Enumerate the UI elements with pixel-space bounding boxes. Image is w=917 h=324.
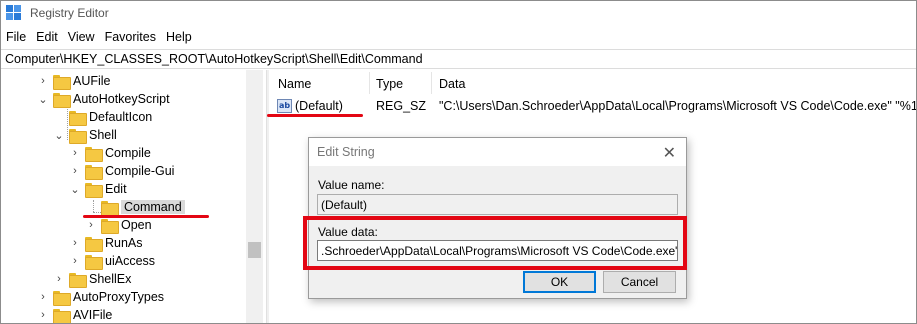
menu-file[interactable]: File xyxy=(1,30,31,44)
folder-icon xyxy=(85,254,103,270)
value-name-field: (Default) xyxy=(317,194,678,215)
folder-icon xyxy=(69,110,87,126)
chevron-right-icon[interactable]: › xyxy=(37,72,49,90)
column-separator[interactable] xyxy=(369,72,370,94)
menu-edit[interactable]: Edit xyxy=(31,30,63,44)
value-name: (Default) xyxy=(295,99,343,113)
folder-icon xyxy=(85,182,103,198)
tree-item-label: Compile-Gui xyxy=(105,164,175,178)
tree-item-label: AVIFile xyxy=(73,308,113,322)
string-value-icon: ab xyxy=(277,99,292,113)
tree-item-autohotkeyscript[interactable]: ⌄ AutoHotkeyScript xyxy=(37,90,170,108)
chevron-right-icon[interactable]: › xyxy=(85,216,97,234)
chevron-right-icon[interactable]: › xyxy=(69,162,81,180)
dialog-title-bar: Edit String ✕ xyxy=(309,138,686,166)
tree-item-label: Compile xyxy=(105,146,151,160)
folder-icon xyxy=(53,74,71,90)
tree-item-autoproxytypes[interactable]: › AutoProxyTypes xyxy=(37,288,164,306)
annotation-highlight-box xyxy=(303,216,687,270)
value-row-data[interactable]: "C:\Users\Dan.Schroeder\AppData\Local\Pr… xyxy=(439,97,916,115)
address-path: Computer\HKEY_CLASSES_ROOT\AutoHotkeyScr… xyxy=(5,52,423,66)
tree-item-open[interactable]: › Open xyxy=(85,216,152,234)
pane-splitter[interactable] xyxy=(266,70,269,323)
tree-item-uiaccess[interactable]: › uiAccess xyxy=(69,252,155,270)
annotation-underline xyxy=(267,114,363,117)
folder-icon xyxy=(101,200,119,216)
tree-scrollbar[interactable] xyxy=(246,70,263,323)
chevron-right-icon[interactable]: › xyxy=(69,234,81,252)
folder-icon xyxy=(69,272,87,288)
window-title: Registry Editor xyxy=(30,6,109,20)
tree-item-edit[interactable]: ⌄ Edit xyxy=(69,180,127,198)
folder-icon xyxy=(53,308,71,323)
tree-item-label: RunAs xyxy=(105,236,143,250)
tree-item-label: AUFile xyxy=(73,74,111,88)
chevron-down-icon[interactable]: ⌄ xyxy=(69,180,81,198)
key-tree: › AUFile ⌄ AutoHotkeyScript DefaultIcon … xyxy=(1,70,263,323)
column-separator[interactable] xyxy=(431,72,432,94)
folder-icon xyxy=(85,164,103,180)
chevron-down-icon[interactable]: ⌄ xyxy=(37,90,49,108)
value-row-type[interactable]: REG_SZ xyxy=(376,97,426,115)
registry-editor-window: Registry Editor File Edit View Favorites… xyxy=(0,0,917,324)
tree-item-label: ShellEx xyxy=(89,272,132,286)
tree-item-label: uiAccess xyxy=(105,254,156,268)
folder-icon xyxy=(53,92,71,108)
menu-help[interactable]: Help xyxy=(161,30,197,44)
chevron-right-icon[interactable]: › xyxy=(53,270,65,288)
tree-item-label: Command xyxy=(121,200,185,214)
tree-item-defaulticon[interactable]: DefaultIcon xyxy=(53,108,152,126)
tree-item-label: Shell xyxy=(89,128,117,142)
menu-bar: File Edit View Favorites Help xyxy=(1,27,197,47)
tree-item-shell[interactable]: ⌄ Shell xyxy=(53,126,117,144)
dialog-title: Edit String xyxy=(317,145,375,159)
folder-icon xyxy=(101,218,119,234)
tree-item-compile[interactable]: › Compile xyxy=(69,144,151,162)
menu-view[interactable]: View xyxy=(63,30,100,44)
tree-item-label: DefaultIcon xyxy=(89,110,153,124)
tree-item-compile-gui[interactable]: › Compile-Gui xyxy=(69,162,174,180)
folder-icon xyxy=(85,146,103,162)
annotation-underline xyxy=(83,215,209,218)
value-row-name[interactable]: ab (Default) xyxy=(277,97,343,115)
tree-item-label: AutoProxyTypes xyxy=(73,290,165,304)
column-header-name[interactable]: Name xyxy=(278,74,311,94)
tree-item-label: AutoHotkeyScript xyxy=(73,92,170,106)
tree-item-command[interactable]: Command xyxy=(85,198,185,216)
cancel-button[interactable]: Cancel xyxy=(603,271,676,293)
tree-item-shellex[interactable]: › ShellEx xyxy=(53,270,131,288)
title-bar: Registry Editor xyxy=(1,1,916,25)
chevron-right-icon[interactable]: › xyxy=(37,306,49,323)
chevron-right-icon[interactable]: › xyxy=(37,288,49,306)
tree-item-label: Open xyxy=(121,218,152,232)
value-name-label: Value name: xyxy=(318,178,385,192)
chevron-right-icon[interactable]: › xyxy=(69,144,81,162)
tree-item-runas[interactable]: › RunAs xyxy=(69,234,143,252)
close-icon[interactable]: ✕ xyxy=(663,143,676,163)
scrollbar-thumb[interactable] xyxy=(248,242,261,258)
registry-editor-icon xyxy=(6,5,22,21)
folder-icon xyxy=(69,128,87,144)
address-bar[interactable]: Computer\HKEY_CLASSES_ROOT\AutoHotkeyScr… xyxy=(1,49,916,69)
tree-item-label: Edit xyxy=(105,182,127,196)
ok-button[interactable]: OK xyxy=(523,271,596,293)
chevron-right-icon[interactable]: › xyxy=(69,252,81,270)
menu-favorites[interactable]: Favorites xyxy=(100,30,161,44)
tree-item-aufile[interactable]: › AUFile xyxy=(37,72,111,90)
tree-item-avifile[interactable]: › AVIFile xyxy=(37,306,113,323)
column-header-type[interactable]: Type xyxy=(376,74,403,94)
chevron-down-icon[interactable]: ⌄ xyxy=(53,126,65,144)
folder-icon xyxy=(53,290,71,306)
column-header-data[interactable]: Data xyxy=(439,74,465,94)
folder-icon xyxy=(85,236,103,252)
